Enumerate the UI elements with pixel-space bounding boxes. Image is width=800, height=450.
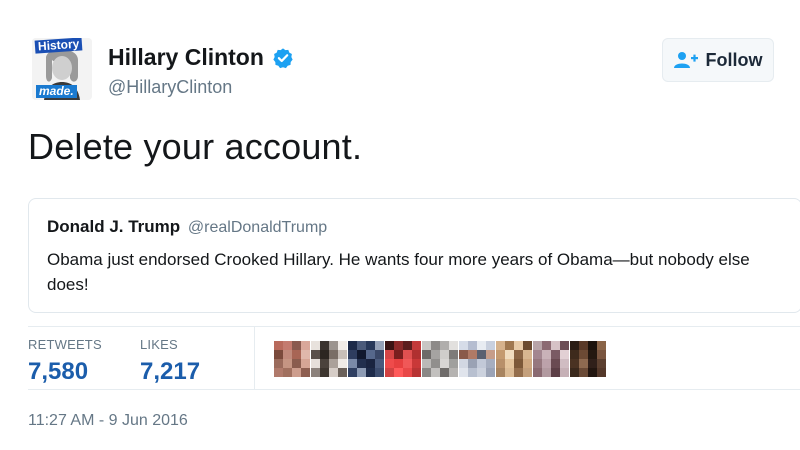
liker-avatars (274, 341, 607, 377)
follow-button[interactable]: Follow (662, 38, 774, 82)
liker-avatar[interactable] (311, 341, 347, 377)
add-user-icon (673, 52, 698, 68)
liker-avatar[interactable] (385, 341, 421, 377)
retweets-count: 7,580 (28, 358, 89, 385)
stats-divider (254, 327, 255, 390)
liker-avatar[interactable] (570, 341, 606, 377)
tweet-text: Delete your account. (28, 126, 363, 167)
quoted-author-handle: @realDonaldTrump (187, 219, 328, 236)
liker-avatar[interactable] (533, 341, 569, 377)
quoted-tweet[interactable]: Donald J. Trump @realDonaldTrump Obama j… (28, 198, 800, 313)
tweet-stats: RETWEETS 7,580 LIKES 7,217 (28, 326, 800, 390)
author-info: Hillary Clinton @HillaryClinton (108, 44, 294, 98)
liker-avatar[interactable] (348, 341, 384, 377)
tweet-timestamp[interactable]: 11:27 AM - 9 Jun 2016 (28, 412, 188, 430)
liker-avatar[interactable] (422, 341, 458, 377)
likes-stat[interactable]: LIKES 7,217 (140, 337, 200, 386)
avatar-caption-bottom: made. (36, 85, 77, 98)
liker-avatar[interactable] (274, 341, 310, 377)
verified-badge-icon (273, 47, 293, 68)
retweets-stat[interactable]: RETWEETS 7,580 (28, 337, 102, 386)
likes-count: 7,217 (140, 358, 201, 385)
liker-avatar[interactable] (459, 341, 495, 377)
follow-button-label: Follow (705, 49, 763, 70)
liker-avatar[interactable] (496, 341, 532, 377)
quoted-tweet-text: Obama just endorsed Crooked Hillary. He … (47, 250, 750, 294)
avatar[interactable]: History made. (32, 38, 92, 100)
quoted-tweet-header: Donald J. Trump @realDonaldTrump (47, 217, 783, 237)
author-handle[interactable]: @HillaryClinton (108, 77, 294, 98)
likes-label: LIKES (140, 337, 178, 352)
tweet-header: History made. Hillary Clinton @HillaryCl… (28, 38, 800, 104)
quoted-author-name: Donald J. Trump (47, 217, 181, 236)
retweets-label: RETWEETS (28, 337, 102, 352)
author-display-name[interactable]: Hillary Clinton (108, 44, 264, 71)
